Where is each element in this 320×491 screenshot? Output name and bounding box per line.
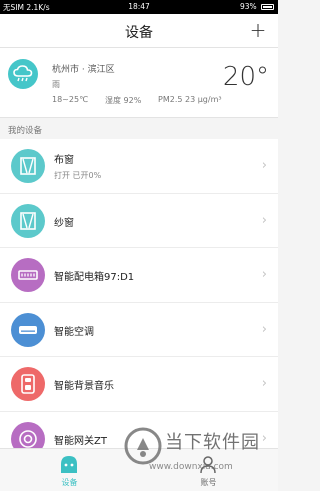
watermark-url: www.downxia.com <box>149 462 233 472</box>
device-name: 布窗 <box>54 155 74 166</box>
clock-text: 18:47 <box>128 2 150 11</box>
humidity-text: 湿度 92% <box>105 96 142 105</box>
device-name: 智能配电箱97:D1 <box>54 272 135 283</box>
device-item-distribution-box[interactable]: 智能配电箱97:D1 › <box>0 248 278 303</box>
watermark-text: 当下软件园 <box>165 432 260 453</box>
device-item-air-conditioner[interactable]: 智能空调 › <box>0 303 278 357</box>
chevron-right-icon: › <box>261 267 267 282</box>
curtain-icon <box>11 149 45 183</box>
chevron-right-icon: › <box>261 158 267 173</box>
distribution-box-icon <box>11 258 45 292</box>
status-bar: 无SIM 2.1K/s 18:47 93% <box>0 0 278 14</box>
section-label-my-devices: 我的设备 <box>8 126 43 136</box>
device-tab-icon <box>60 455 78 479</box>
page-title: 设备 <box>125 25 153 41</box>
temperature-range: 18~25℃ <box>52 95 89 104</box>
device-item-screen-window[interactable]: 纱窗 › <box>0 194 278 248</box>
app-header: 设备 + <box>0 14 278 48</box>
status-right: 93% <box>240 2 274 11</box>
device-item-background-music[interactable]: 智能背景音乐 › <box>0 357 278 412</box>
chevron-right-icon: › <box>261 212 267 228</box>
device-name: 纱窗 <box>54 217 74 229</box>
current-temperature: 20° <box>222 62 269 92</box>
device-item-curtain[interactable]: 布窗 打开 已开0% › <box>0 139 278 194</box>
chevron-right-icon: › <box>261 376 267 391</box>
device-name: 智能空调 <box>54 326 94 338</box>
device-list: 布窗 打开 已开0% › 纱窗 › 智能配电箱97:D1 › 智能空调 › 智能… <box>0 139 278 466</box>
battery-percent: 93% <box>239 2 257 11</box>
weather-location: 杭州市 · 滨江区 <box>52 65 115 75</box>
watermark: 当下软件园 www.downxia.com <box>123 424 278 491</box>
speaker-icon <box>11 367 45 401</box>
watermark-logo-icon <box>123 426 163 466</box>
device-name: 智能网关ZT <box>54 435 107 447</box>
device-name: 智能背景音乐 <box>54 381 114 392</box>
battery-icon <box>261 4 274 10</box>
chevron-right-icon: › <box>261 321 267 337</box>
rain-cloud-icon <box>8 59 38 89</box>
air-conditioner-icon <box>11 312 45 347</box>
tab-devices[interactable]: 设备 <box>0 449 139 491</box>
add-device-button[interactable]: + <box>248 16 268 44</box>
screen-window-icon <box>11 203 45 238</box>
device-status: 打开 已开0% <box>54 171 102 180</box>
weather-condition: 雨 <box>52 80 60 89</box>
weather-card[interactable]: 杭州市 · 滨江区 雨 18~25℃ 湿度 92% PM2.5 23 μg/m³… <box>0 48 278 118</box>
tab-label: 设备 <box>61 478 78 487</box>
pm25-text: PM2.5 23 μg/m³ <box>158 95 222 104</box>
